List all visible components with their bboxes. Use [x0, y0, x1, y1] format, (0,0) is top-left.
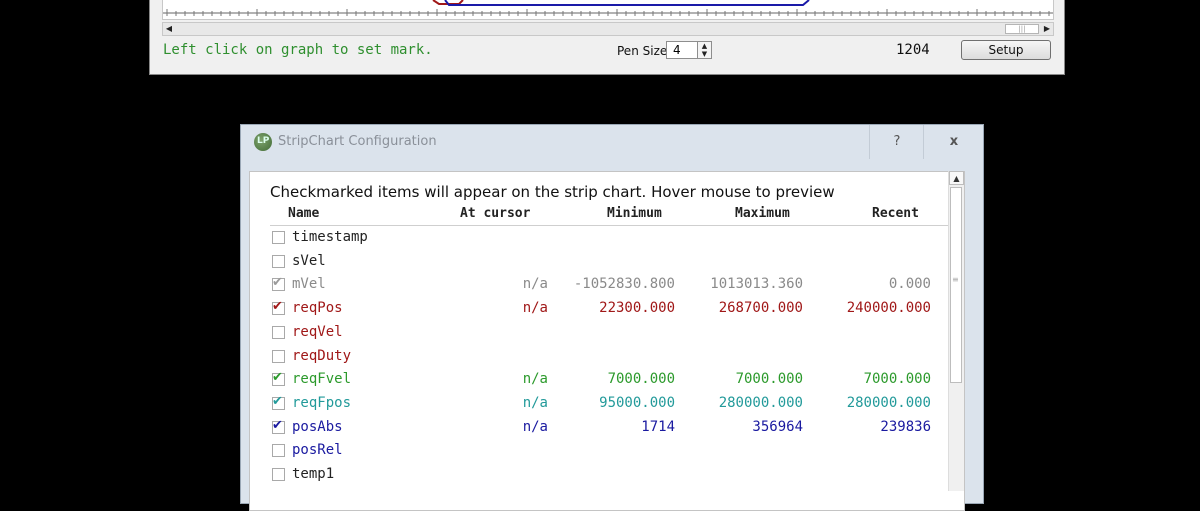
vertical-scrollbar[interactable]: ▲ ≡ [948, 171, 964, 491]
scroll-left-arrow-icon[interactable]: ◀ [163, 23, 175, 35]
checkmark-icon: ✔ [272, 370, 283, 386]
checkmark-icon: ✔ [272, 393, 283, 409]
status-hint: Left click on graph to set mark. [163, 42, 433, 58]
app-icon: LP [254, 133, 272, 151]
close-button[interactable]: x [923, 125, 984, 159]
signal-checkbox[interactable] [272, 444, 285, 458]
dialog-title: StripChart Configuration [278, 134, 437, 149]
signal-at-cursor: n/a [522, 276, 548, 293]
sample-count: 1204 [896, 42, 930, 58]
signal-minimum: 7000.000 [607, 371, 675, 388]
spin-down-icon[interactable]: ▼ [698, 50, 711, 58]
signal-row[interactable]: ✔ mVel n/a -1052830.800 1013013.360 0.000 [268, 274, 944, 297]
signal-recent: 7000.000 [863, 371, 931, 388]
strip-chart-window: ◀ ||| ▶ Left click on graph to set mark.… [149, 0, 1065, 75]
checkmark-icon: ✔ [272, 299, 283, 315]
pen-size-input[interactable]: 4 [666, 41, 698, 59]
signal-at-cursor: n/a [522, 300, 548, 317]
column-header-recent: Recent [872, 206, 919, 221]
signal-name: reqDuty [292, 347, 352, 364]
signal-minimum: -1052830.800 [573, 276, 675, 293]
signal-maximum: 1013013.360 [710, 276, 803, 293]
signal-name: sVel [292, 252, 326, 269]
signal-name: posAbs [292, 418, 343, 435]
signal-maximum: 280000.000 [718, 394, 803, 411]
signal-minimum: 1714 [641, 418, 675, 435]
signal-checkbox[interactable]: ✔ [272, 393, 285, 410]
signal-checkbox[interactable]: ✔ [272, 275, 285, 292]
signal-name: timestamp [292, 229, 368, 245]
scroll-up-arrow-icon[interactable]: ▲ [949, 171, 964, 185]
signal-maximum: 356964 [752, 418, 803, 435]
signal-name: reqPos [292, 300, 343, 317]
horizontal-scrollbar[interactable]: ◀ ||| ▶ [162, 22, 1054, 36]
signal-at-cursor: n/a [522, 394, 548, 411]
signal-row[interactable]: reqVel [268, 322, 944, 345]
signal-recent: 280000.000 [846, 394, 931, 411]
signal-minimum: 95000.000 [599, 394, 675, 411]
signal-row[interactable]: sVel [268, 251, 944, 274]
signal-minimum: 22300.000 [599, 300, 675, 317]
strip-chart-graph[interactable] [162, 0, 1054, 20]
signal-recent: 0.000 [888, 276, 931, 293]
signal-maximum: 268700.000 [718, 300, 803, 317]
help-button[interactable]: ? [869, 125, 924, 159]
table-header: Name At cursor Minimum Maximum Recent [270, 205, 948, 226]
trace-posabs [444, 0, 810, 6]
pen-size-label: Pen Size: [617, 44, 672, 58]
dialog-titlebar[interactable]: LP StripChart Configuration ? x [241, 125, 983, 159]
signal-checkbox[interactable]: ✔ [272, 370, 285, 387]
graph-canvas [163, 0, 1053, 16]
signal-checkbox[interactable] [272, 254, 285, 268]
checkmark-icon: ✔ [272, 417, 283, 433]
column-header-at-cursor: At cursor [460, 206, 531, 221]
column-header-minimum: Minimum [607, 206, 662, 221]
signal-checkbox[interactable] [272, 349, 285, 363]
signal-name: reqFvel [292, 371, 352, 388]
spin-up-icon[interactable]: ▲ [698, 42, 711, 50]
signal-checkbox[interactable]: ✔ [272, 299, 285, 316]
scroll-grip-icon: ≡ [952, 275, 959, 284]
pen-size-spinner[interactable]: ▲ ▼ [698, 41, 712, 59]
signal-maximum: 7000.000 [735, 371, 803, 388]
vertical-scroll-thumb[interactable] [950, 187, 962, 383]
column-header-name: Name [288, 206, 320, 221]
signal-recent: 239836 [880, 418, 931, 435]
setup-button[interactable]: Setup [961, 40, 1051, 60]
column-header-maximum: Maximum [735, 206, 790, 221]
signal-row[interactable]: ✔ reqPos n/a 22300.000 268700.000 240000.000 [268, 298, 944, 321]
instructions-text: Checkmarked items will appear on the str… [270, 183, 835, 201]
signal-row[interactable]: ✔ reqFvel n/a 7000.000 7000.000 7000.000 [268, 369, 944, 392]
signal-checkbox[interactable]: ✔ [272, 417, 285, 434]
signal-row[interactable]: ✔ posAbs n/a 1714 356964 239836 [268, 417, 944, 440]
checkmark-icon: ✔ [272, 275, 283, 291]
signal-checkbox[interactable] [272, 325, 285, 339]
scroll-right-arrow-icon[interactable]: ▶ [1041, 23, 1053, 35]
scroll-thumb[interactable]: ||| [1005, 24, 1039, 34]
signal-row[interactable]: reqDuty [268, 346, 944, 369]
signal-row[interactable]: timestamp [268, 227, 944, 250]
signal-row[interactable]: ✔ reqFpos n/a 95000.000 280000.000 280000.000 [268, 393, 944, 416]
signal-at-cursor: n/a [522, 371, 548, 388]
signal-name: mVel [292, 276, 326, 293]
signal-row[interactable]: temp1 [268, 464, 944, 487]
signal-checkbox[interactable] [272, 231, 285, 244]
signal-name: reqVel [292, 323, 343, 340]
signal-name: posRel [292, 442, 343, 459]
signal-at-cursor: n/a [522, 418, 548, 435]
signal-row[interactable]: posRel [268, 440, 944, 463]
signal-name: reqFpos [292, 394, 352, 411]
signal-checkbox[interactable] [272, 468, 285, 481]
signal-recent: 240000.000 [846, 300, 931, 317]
